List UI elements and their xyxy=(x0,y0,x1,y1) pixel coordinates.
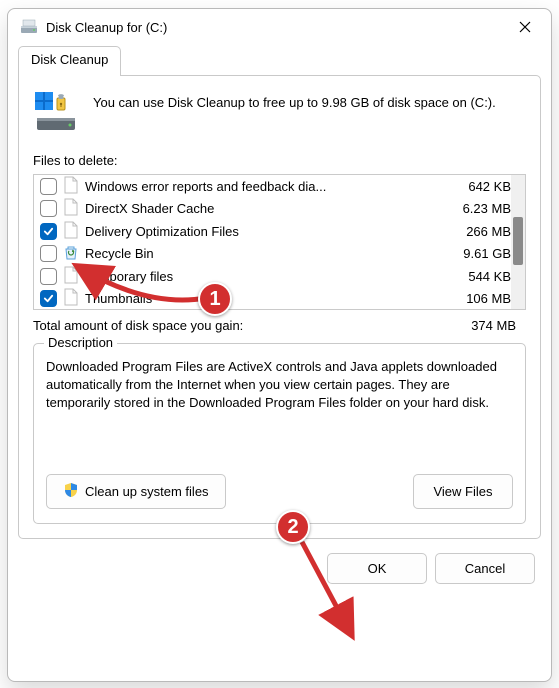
description-text: Downloaded Program Files are ActiveX con… xyxy=(46,358,513,454)
file-size: 6.23 MB xyxy=(439,201,519,216)
total-row: Total amount of disk space you gain: 374… xyxy=(33,318,526,333)
annotation-badge-1: 1 xyxy=(198,282,232,316)
file-checkbox[interactable] xyxy=(40,200,57,217)
file-checkbox[interactable] xyxy=(40,290,57,307)
file-row[interactable]: Thumbnails 106 MB xyxy=(34,288,525,311)
file-checkbox[interactable] xyxy=(40,268,57,285)
disk-cleanup-window: Disk Cleanup for (C:) Disk Cleanup xyxy=(7,8,552,682)
view-files-button[interactable]: View Files xyxy=(413,474,513,509)
ok-button[interactable]: OK xyxy=(327,553,427,584)
file-icon xyxy=(63,198,79,219)
file-name: Delivery Optimization Files xyxy=(85,224,433,239)
cancel-button[interactable]: Cancel xyxy=(435,553,535,584)
file-size: 642 KB xyxy=(439,179,519,194)
file-name: DirectX Shader Cache xyxy=(85,201,433,216)
cleanup-button-label: Clean up system files xyxy=(85,484,209,499)
file-row[interactable]: Temporary files 544 KB xyxy=(34,265,525,288)
shield-icon xyxy=(63,482,79,501)
file-size: 544 KB xyxy=(439,269,519,284)
window-title: Disk Cleanup for (C:) xyxy=(46,20,503,35)
file-row[interactable]: DirectX Shader Cache 6.23 MB xyxy=(34,198,525,221)
file-name: Windows error reports and feedback dia..… xyxy=(85,179,433,194)
tab-strip: Disk Cleanup xyxy=(8,45,551,75)
total-value: 374 MB xyxy=(436,318,526,333)
file-icon xyxy=(63,288,79,309)
file-row[interactable]: Recycle Bin 9.61 GB xyxy=(34,243,525,266)
description-legend: Description xyxy=(44,335,117,350)
description-group: Description Downloaded Program Files are… xyxy=(33,343,526,524)
file-icon xyxy=(63,176,79,197)
title-bar: Disk Cleanup for (C:) xyxy=(8,9,551,45)
ok-label: OK xyxy=(368,561,387,576)
cleanup-system-files-button[interactable]: Clean up system files xyxy=(46,474,226,509)
tab-label: Disk Cleanup xyxy=(31,52,108,67)
view-files-label: View Files xyxy=(433,484,492,499)
tab-disk-cleanup[interactable]: Disk Cleanup xyxy=(18,46,121,76)
recycle-bin-icon xyxy=(63,244,79,263)
file-name: Thumbnails xyxy=(85,291,433,306)
total-label: Total amount of disk space you gain: xyxy=(33,318,436,333)
file-size: 9.61 GB xyxy=(439,246,519,261)
file-row[interactable]: Windows error reports and feedback dia..… xyxy=(34,175,525,198)
file-size: 266 MB xyxy=(439,224,519,239)
annotation-badge-2: 2 xyxy=(276,510,310,544)
file-row[interactable]: Delivery Optimization Files 266 MB xyxy=(34,220,525,243)
file-name: Temporary files xyxy=(85,269,433,284)
drive-icon xyxy=(20,17,38,38)
tab-panel: You can use Disk Cleanup to free up to 9… xyxy=(18,75,541,539)
file-size: 106 MB xyxy=(439,291,519,306)
cancel-label: Cancel xyxy=(465,561,505,576)
file-checkbox[interactable] xyxy=(40,223,57,240)
close-button[interactable] xyxy=(503,9,547,45)
scrollbar-thumb[interactable] xyxy=(513,217,523,265)
file-icon xyxy=(63,221,79,242)
scrollbar[interactable] xyxy=(511,175,525,309)
file-name: Recycle Bin xyxy=(85,246,433,261)
cleanup-icon xyxy=(33,90,79,139)
intro-text: You can use Disk Cleanup to free up to 9… xyxy=(93,90,496,112)
dialog-footer: OK Cancel xyxy=(8,539,551,584)
files-to-delete-label: Files to delete: xyxy=(33,153,526,168)
file-checkbox[interactable] xyxy=(40,178,57,195)
file-list[interactable]: Windows error reports and feedback dia..… xyxy=(33,174,526,310)
intro-row: You can use Disk Cleanup to free up to 9… xyxy=(33,90,526,139)
file-checkbox[interactable] xyxy=(40,245,57,262)
file-icon xyxy=(63,266,79,287)
